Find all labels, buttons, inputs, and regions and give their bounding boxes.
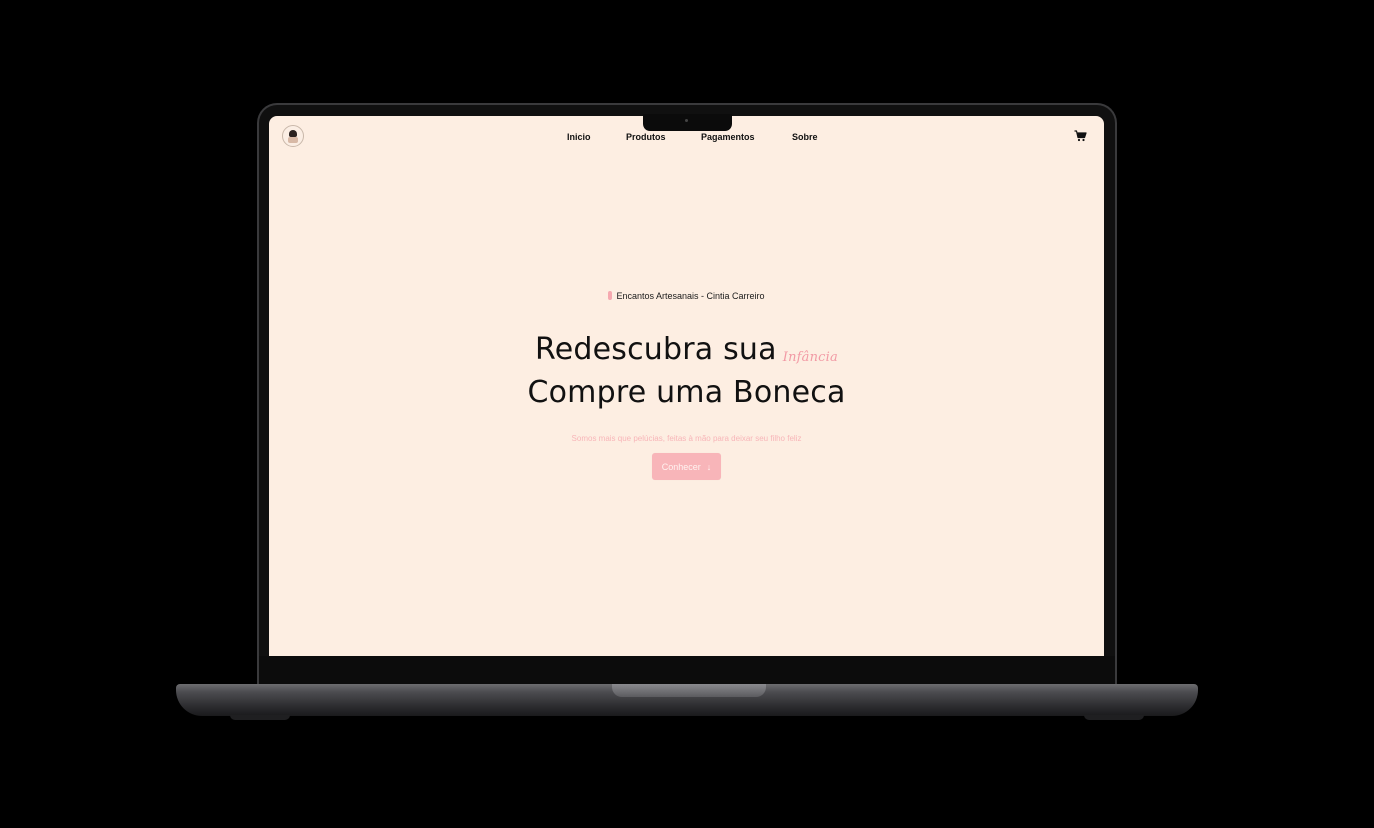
camera-notch [643, 114, 732, 131]
screen-bottom-bezel [259, 656, 1115, 685]
nav-item-sobre[interactable]: Sobre [792, 132, 818, 142]
camera-icon [685, 119, 688, 122]
cta-label: Conhecer [661, 462, 701, 472]
laptop-foot-left [230, 715, 290, 720]
conhecer-button[interactable]: Conhecer ↓ [652, 453, 721, 480]
hero-subtitle: Somos mais que pelúcias, feitas à mão pa… [571, 434, 802, 443]
nav-item-produtos[interactable]: Produtos [626, 132, 666, 142]
laptop-screen: Inicio Produtos Pagamentos Sobre Encanto… [269, 116, 1104, 656]
mockup-stage: Inicio Produtos Pagamentos Sobre Encanto… [0, 0, 1374, 828]
nav-item-inicio[interactable]: Inicio [567, 132, 591, 142]
lid-opening-notch [612, 684, 766, 697]
brand-tagline-text: Encantos Artesanais - Cintia Carreiro [616, 291, 765, 301]
tag-accent-mark [608, 291, 613, 300]
nav-item-pagamentos[interactable]: Pagamentos [701, 132, 755, 142]
main-nav: Inicio Produtos Pagamentos Sobre [269, 132, 1104, 146]
headline-line-1: Redescubra sua Infância [269, 331, 1104, 374]
hero-headline: Redescubra sua Infância Compre uma Boneca [269, 331, 1104, 411]
headline-script-word: Infância [782, 350, 838, 365]
arrow-down-icon: ↓ [706, 462, 712, 472]
brand-tagline: Encantos Artesanais - Cintia Carreiro [269, 291, 1104, 301]
laptop-foot-right [1084, 715, 1144, 720]
headline-line-2: Compre uma Boneca [527, 375, 846, 410]
shopping-cart-icon[interactable] [1074, 130, 1087, 142]
headline-line-1-text: Redescubra sua [535, 332, 777, 367]
